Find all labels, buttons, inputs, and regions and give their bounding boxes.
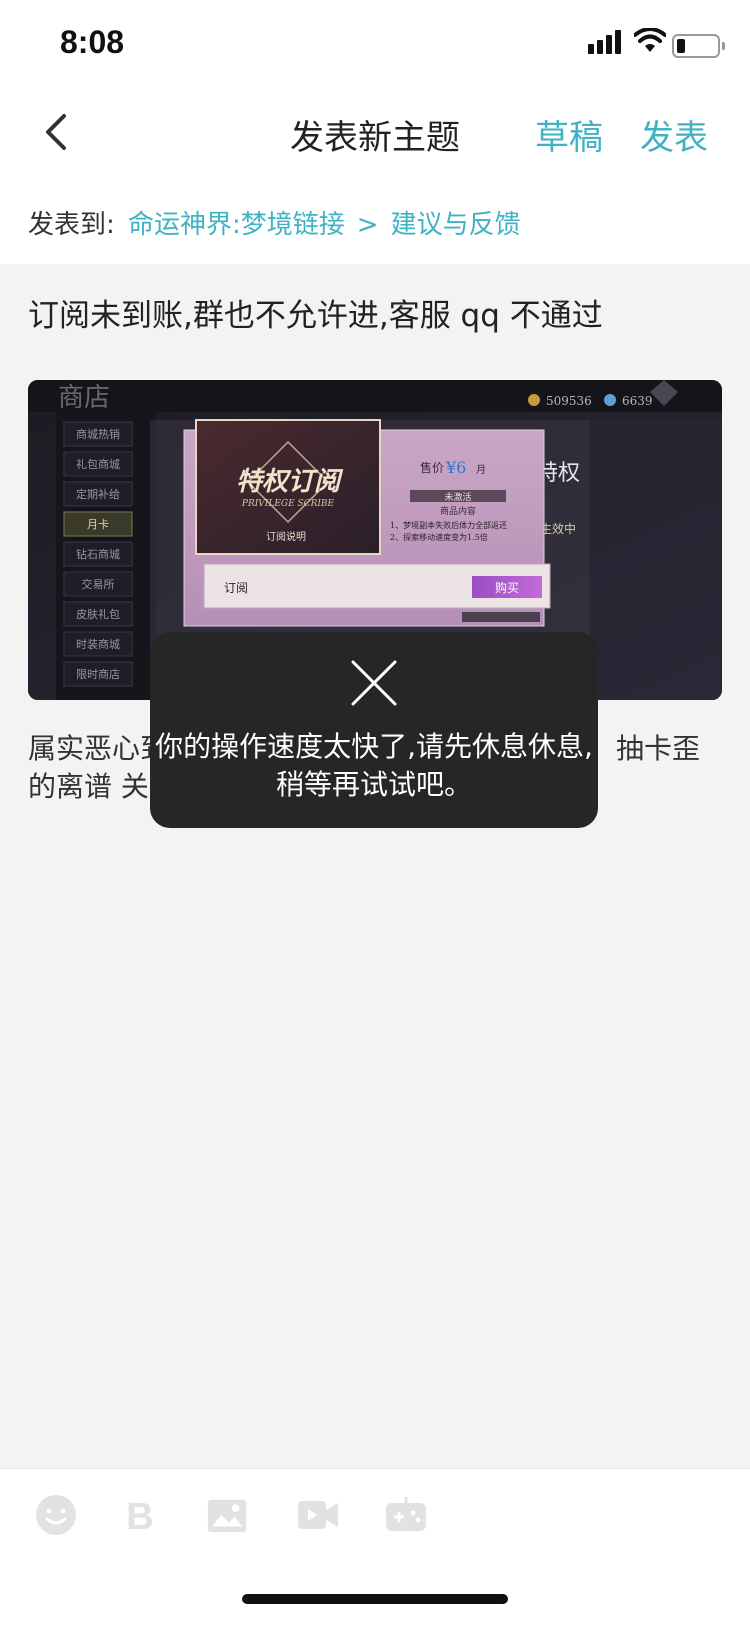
price-unit: 月 [476, 464, 486, 476]
page-title: 发表新主题 [290, 118, 460, 158]
svg-text:商城热销: 商城热销 [76, 427, 120, 441]
shop-header: 商店 [58, 383, 110, 413]
currency-2: 6639 [622, 394, 653, 408]
svg-text:B: B [126, 1496, 153, 1537]
body-line2-left: 的离谱 关 [28, 770, 149, 803]
nav-bar: 发表新主题 草稿 发表 [0, 88, 750, 178]
body-line1-left: 属实恶心到 [28, 732, 169, 765]
post-destination: 发表到: 命运神界:梦境链接 > 建议与反馈 [0, 178, 750, 264]
svg-text:礼包商城: 礼包商城 [76, 457, 120, 471]
battery-icon [672, 34, 725, 58]
wifi-icon [634, 28, 666, 52]
svg-text:月卡: 月卡 [87, 518, 109, 531]
card-title: 特权订阅 [236, 467, 344, 497]
post-title-input[interactable]: 订阅未到账,群也不允许进,客服 qq 不通过 [28, 290, 603, 335]
subscribe-bar-label: 订阅 [224, 581, 248, 595]
close-icon [351, 660, 397, 706]
section-link[interactable]: 建议与反馈 [391, 210, 521, 240]
item-1: 1、梦境副本失败后体力全部返还 [390, 520, 507, 530]
svg-text:钻石商城: 钻石商城 [76, 547, 120, 561]
image-icon[interactable] [206, 1493, 248, 1537]
toast-message: 你的操作速度太快了,请先休息休息,稍等再试试吧。 [155, 730, 593, 801]
emoji-icon[interactable] [34, 1493, 78, 1537]
status-time: 8:08 [60, 24, 125, 60]
item-2: 2、探索移动速度变为1.5倍 [390, 532, 488, 542]
draft-button[interactable]: 草稿 [535, 110, 603, 159]
cellular-signal-icon [588, 30, 621, 54]
card-subtitle: PRIVILEGE SCRIBE [241, 499, 335, 509]
currency-1: 509536 [546, 394, 592, 408]
svg-text:定期补给: 定期补给 [76, 487, 120, 501]
forum-link[interactable]: 命运神界:梦境链接 [128, 210, 345, 240]
status-tag: 未激活 [444, 491, 471, 503]
price-label: 售价 [420, 460, 444, 475]
price-value: ¥6 [445, 458, 466, 477]
publish-button[interactable]: 发表 [640, 110, 708, 159]
game-icon[interactable] [384, 1493, 428, 1537]
post-destination-path[interactable]: 命运神界:梦境链接 > 建议与反馈 [128, 204, 521, 241]
post-to-label: 发表到: [28, 210, 115, 240]
card-note: 订阅说明 [266, 530, 306, 543]
home-indicator[interactable] [242, 1594, 508, 1604]
bold-icon[interactable]: B [118, 1493, 162, 1537]
breadcrumb-separator: > [356, 210, 379, 240]
svg-text:时装商城: 时装商城 [76, 637, 120, 651]
contents-label: 商品内容 [440, 505, 476, 517]
video-icon[interactable] [296, 1493, 340, 1537]
svg-text:限时商店: 限时商店 [76, 667, 120, 681]
buy-label: 购买 [495, 580, 519, 595]
shop-menu: 商城热销 礼包商城 定期补给 月卡 钻石商城 交易所 皮肤礼包 时装商城 限时商… [63, 421, 133, 687]
right-status: 生效中 [540, 521, 576, 536]
toast-dialog: 你的操作速度太快了,请先休息休息,稍等再试试吧。 [150, 632, 598, 828]
status-bar: 8:08 [0, 0, 750, 88]
svg-text:交易所: 交易所 [82, 577, 115, 591]
svg-text:皮肤礼包: 皮肤礼包 [76, 607, 120, 621]
body-line1-right: 抽卡歪 [615, 732, 700, 765]
